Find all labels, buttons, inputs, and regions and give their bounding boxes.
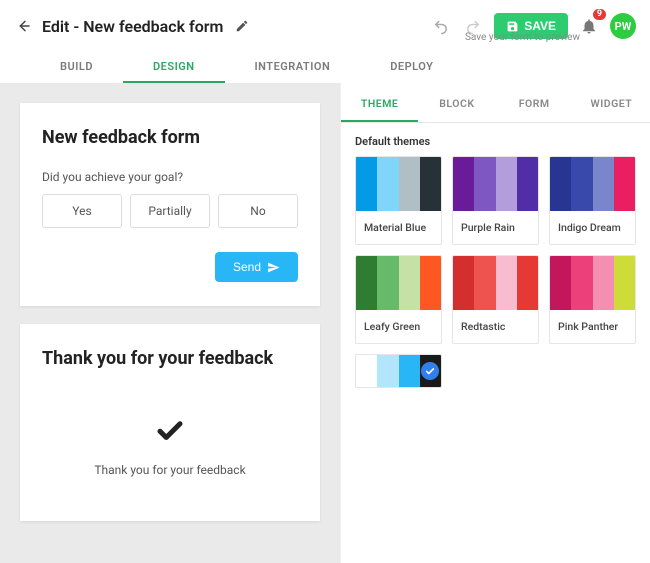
color-swatch — [474, 157, 495, 211]
notification-badge: 9 — [593, 9, 606, 20]
color-swatch — [517, 157, 538, 211]
color-swatch — [420, 355, 441, 387]
thankyou-message: Thank you for your feedback — [42, 463, 298, 477]
color-swatch — [593, 256, 614, 310]
color-swatch — [356, 256, 377, 310]
form-title: New feedback form — [42, 127, 298, 148]
color-swatch — [453, 157, 474, 211]
color-swatch — [453, 256, 474, 310]
color-swatch — [614, 157, 635, 211]
theme-name-label: Material Blue — [356, 211, 441, 244]
color-swatch — [399, 256, 420, 310]
selected-check-icon — [421, 362, 439, 380]
color-swatch — [399, 157, 420, 211]
thankyou-preview-card: Thank you for your feedback Thank you fo… — [20, 324, 320, 521]
question-text: Did you achieve your goal? — [42, 170, 298, 184]
design-side-panel: THEME BLOCK FORM WIDGET Default themes M… — [340, 83, 650, 563]
avatar[interactable]: PW — [610, 13, 636, 39]
back-arrow-icon[interactable] — [14, 17, 32, 35]
color-swatch — [550, 157, 571, 211]
color-swatch — [420, 256, 441, 310]
color-swatch — [356, 157, 377, 211]
send-button[interactable]: Send — [215, 252, 298, 282]
color-swatch — [496, 256, 517, 310]
theme-card-custom-selected[interactable] — [355, 354, 442, 388]
theme-name-label: Purple Rain — [453, 211, 538, 244]
color-swatch — [496, 157, 517, 211]
tab-integration[interactable]: INTEGRATION — [225, 50, 361, 83]
save-button-label: SAVE — [524, 19, 556, 33]
subtab-form[interactable]: FORM — [496, 83, 573, 122]
main-tabs: BUILD DESIGN INTEGRATION DEPLOY — [0, 50, 650, 83]
page-title: Edit - New feedback form — [42, 17, 223, 36]
color-swatch — [550, 256, 571, 310]
save-hint-text: Save your form to preview — [465, 32, 580, 43]
theme-card-indigo-dream[interactable]: Indigo Dream — [549, 156, 636, 245]
tab-deploy[interactable]: DEPLOY — [360, 50, 463, 83]
theme-name-label: Leafy Green — [356, 310, 441, 343]
color-swatch — [571, 256, 592, 310]
theme-card-leafy-green[interactable]: Leafy Green — [355, 255, 442, 344]
subtab-widget[interactable]: WIDGET — [573, 83, 650, 122]
choice-partially[interactable]: Partially — [130, 194, 210, 228]
theme-card-redtastic[interactable]: Redtastic — [452, 255, 539, 344]
color-swatch — [399, 355, 420, 387]
form-preview-pane: New feedback form Did you achieve your g… — [0, 83, 340, 563]
subtab-theme[interactable]: THEME — [341, 83, 418, 122]
theme-card-purple-rain[interactable]: Purple Rain — [452, 156, 539, 245]
color-swatch — [356, 355, 377, 387]
color-swatch — [377, 256, 398, 310]
color-swatch — [571, 157, 592, 211]
form-preview-card: New feedback form Did you achieve your g… — [20, 103, 320, 306]
paper-plane-icon — [267, 261, 280, 274]
subtab-block[interactable]: BLOCK — [418, 83, 495, 122]
save-disk-icon — [506, 20, 519, 33]
color-swatch — [593, 157, 614, 211]
design-sub-tabs: THEME BLOCK FORM WIDGET — [341, 83, 650, 123]
color-swatch — [474, 256, 495, 310]
pencil-icon[interactable] — [235, 19, 249, 33]
theme-card-material-blue[interactable]: Material Blue — [355, 156, 442, 245]
default-themes-label: Default themes — [355, 135, 636, 148]
theme-name-label: Redtastic — [453, 310, 538, 343]
choice-yes[interactable]: Yes — [42, 194, 122, 228]
choice-no[interactable]: No — [218, 194, 298, 228]
tab-design[interactable]: DESIGN — [123, 50, 225, 83]
checkmark-icon — [42, 415, 298, 445]
theme-name-label: Pink Panther — [550, 310, 635, 343]
color-swatch — [614, 256, 635, 310]
thankyou-title: Thank you for your feedback — [42, 348, 298, 369]
theme-name-label: Indigo Dream — [550, 211, 635, 244]
color-swatch — [377, 355, 398, 387]
color-swatch — [377, 157, 398, 211]
theme-card-pink-panther[interactable]: Pink Panther — [549, 255, 636, 344]
color-swatch — [517, 256, 538, 310]
color-swatch — [420, 157, 441, 211]
undo-icon[interactable] — [430, 15, 452, 37]
send-button-label: Send — [233, 260, 261, 274]
tab-build[interactable]: BUILD — [30, 50, 123, 83]
